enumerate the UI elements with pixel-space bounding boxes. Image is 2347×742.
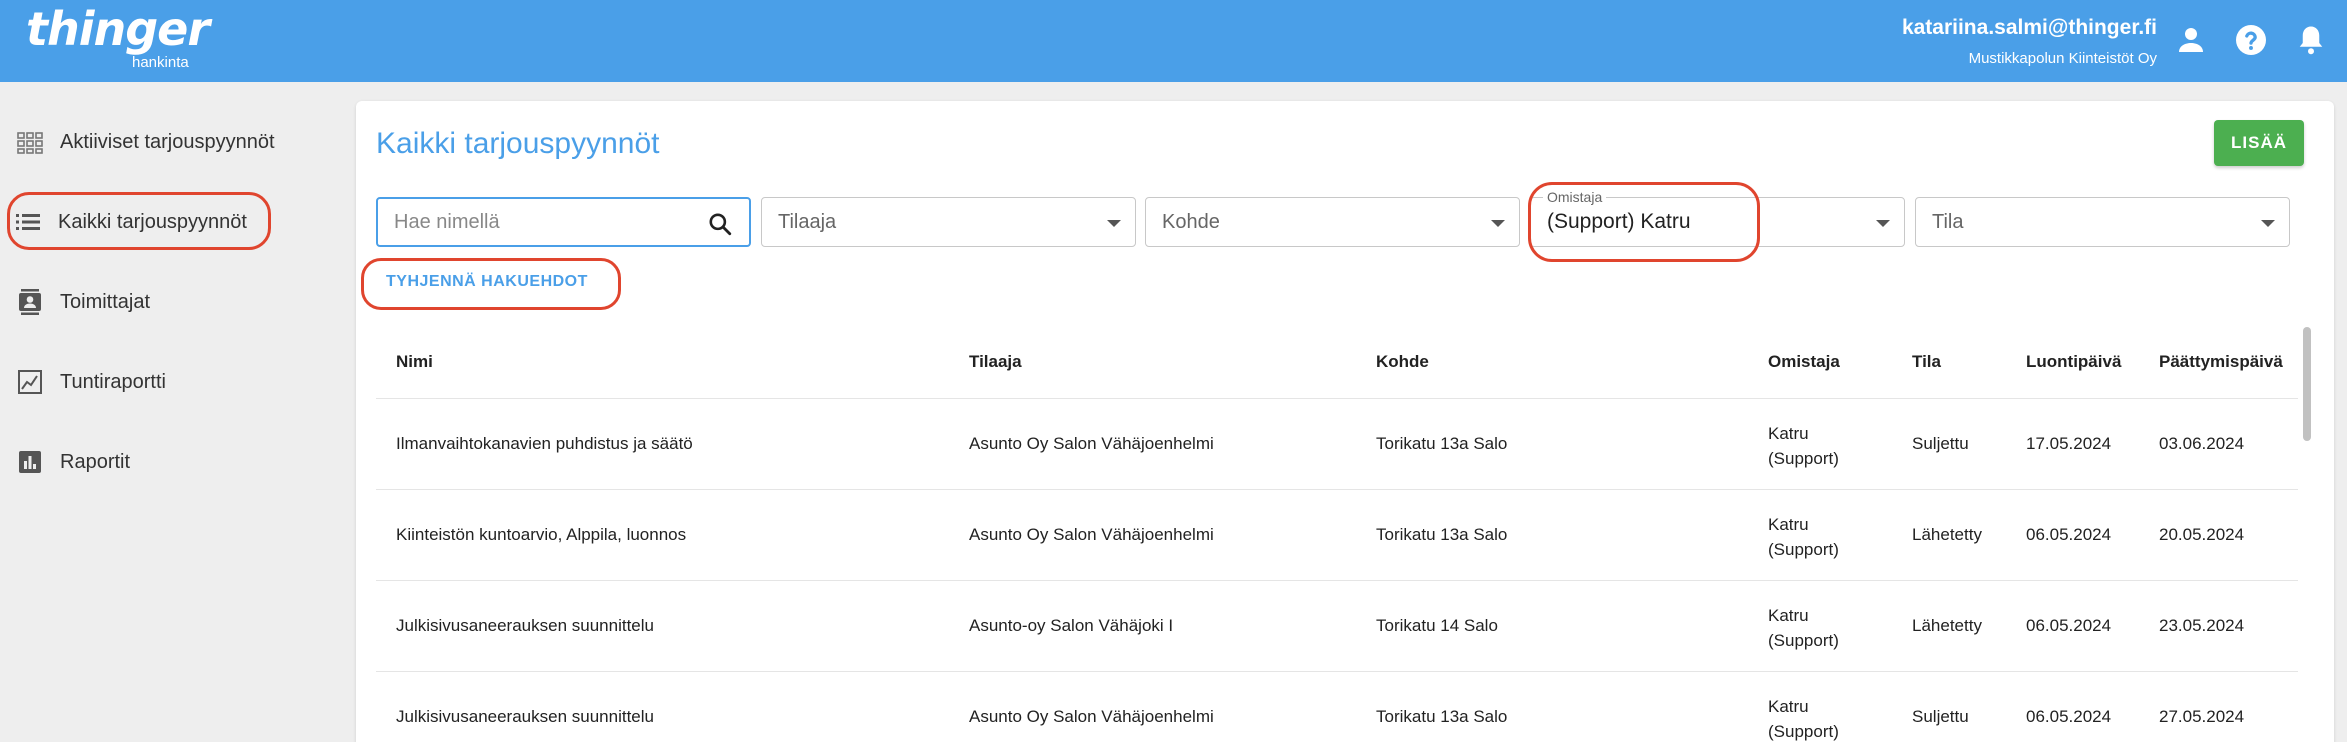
chevron-down-icon — [1876, 220, 1890, 227]
cell-kohde: Torikatu 13a Salo — [1376, 525, 1508, 544]
cell-tila: Suljettu — [1912, 707, 1969, 726]
cell-kohde: Torikatu 13a Salo — [1376, 434, 1508, 453]
add-button[interactable]: LISÄÄ — [2214, 120, 2304, 166]
search-input[interactable] — [394, 211, 674, 234]
requests-table: Nimi Tilaaja Kohde Omistaja Tila Luontip… — [376, 319, 2298, 742]
omistaja-line: Katru — [1768, 697, 1809, 716]
cell-omistaja: Katru (Support) — [1768, 694, 1839, 742]
column-header[interactable]: Luontipäivä — [2026, 352, 2121, 372]
sidebar-item-label: Kaikki tarjouspyynnöt — [58, 210, 247, 233]
help-icon[interactable] — [2233, 22, 2269, 58]
omistaja-line: Katru — [1768, 424, 1809, 443]
cell-omistaja: Katru (Support) — [1768, 512, 1839, 562]
logo-subtitle: hankinta — [132, 54, 189, 71]
cell-paattymispaiva: 23.05.2024 — [2159, 616, 2245, 635]
cell-kohde: Torikatu 13a Salo — [1376, 707, 1508, 726]
table-row[interactable]: Julkisivusaneerauksen suunnittelu Asunto… — [376, 672, 2298, 742]
column-header[interactable]: Tilaaja — [969, 352, 1022, 372]
cell-paattymispaiva: 27.05.2024 — [2159, 707, 2245, 726]
tila-placeholder: Tila — [1932, 211, 1964, 233]
sidebar-item-label: Aktiiviset tarjouspyynnöt — [60, 130, 275, 153]
omistaja-select[interactable]: Omistaja (Support) Katru — [1530, 189, 1905, 247]
cell-omistaja: Katru (Support) — [1768, 603, 1839, 653]
omistaja-label: Omistaja — [1543, 189, 1607, 205]
sidebar-item-tuntiraportti[interactable]: Tuntiraportti — [0, 352, 355, 412]
cell-tilaaja: Asunto Oy Salon Vähäjoenhelmi — [969, 707, 1214, 726]
cell-paattymispaiva: 03.06.2024 — [2159, 434, 2245, 453]
cell-tila: Suljettu — [1912, 434, 1969, 453]
tila-select[interactable]: Tila — [1915, 197, 2290, 247]
omistaja-line: (Support) — [1768, 631, 1839, 650]
cell-nimi: Julkisivusaneerauksen suunnittelu — [396, 707, 654, 726]
table-header: Nimi Tilaaja Kohde Omistaja Tila Luontip… — [376, 319, 2298, 399]
contacts-icon — [19, 289, 41, 315]
cell-luontipaiva: 06.05.2024 — [2026, 616, 2112, 635]
omistaja-line: Katru — [1768, 606, 1809, 625]
omistaja-value: (Support) Katru — [1547, 210, 1691, 233]
cell-omistaja: Katru (Support) — [1768, 421, 1839, 471]
column-header[interactable]: Päättymispäivä — [2159, 352, 2283, 372]
cell-paattymispaiva: 20.05.2024 — [2159, 525, 2245, 544]
sidebar-item-label: Tuntiraportti — [60, 370, 166, 393]
omistaja-line: (Support) — [1768, 540, 1839, 559]
kohde-select[interactable]: Kohde — [1145, 197, 1520, 247]
cell-tilaaja: Asunto-oy Salon Vähäjoki I — [969, 616, 1174, 635]
clear-filters-button[interactable]: TYHJENNÄ HAKUEHDOT — [386, 273, 588, 291]
column-header[interactable]: Tila — [1912, 352, 1941, 372]
search-icon[interactable] — [707, 211, 733, 237]
bell-icon[interactable] — [2293, 22, 2329, 58]
sidebar-item-aktiiviset[interactable]: Aktiiviset tarjouspyynnöt — [0, 112, 355, 172]
table-row[interactable]: Julkisivusaneerauksen suunnittelu Asunto… — [376, 581, 2298, 672]
search-field[interactable] — [376, 197, 751, 247]
user-info: katariina.salmi@thinger.fi Mustikkapolun… — [1902, 16, 2157, 67]
cell-nimi: Kiinteistön kuntoarvio, Alppila, luonnos — [396, 525, 687, 544]
main-card: Kaikki tarjouspyynnöt LISÄÄ Tilaaja Kohd… — [356, 101, 2334, 742]
list-icon — [16, 214, 40, 230]
page-title: Kaikki tarjouspyynnöt — [376, 127, 660, 160]
sidebar-item-raportit[interactable]: Raportit — [0, 432, 355, 492]
column-header[interactable]: Nimi — [396, 352, 433, 372]
cell-tilaaja: Asunto Oy Salon Vähäjoenhelmi — [969, 525, 1214, 544]
omistaja-line: Katru — [1768, 515, 1809, 534]
grid-icon — [17, 132, 43, 154]
chevron-down-icon — [1107, 220, 1121, 227]
account-icon[interactable] — [2173, 22, 2209, 58]
chevron-down-icon — [1491, 220, 1505, 227]
sidebar: Aktiiviset tarjouspyynnöt Kaikki tarjous… — [0, 82, 355, 742]
logo-text: thinger — [26, 2, 210, 56]
user-email: katariina.salmi@thinger.fi — [1901, 16, 2157, 39]
cell-tila: Lähetetty — [1912, 616, 1982, 635]
sidebar-item-label: Raportit — [60, 450, 131, 473]
logo[interactable]: thinger hankinta — [26, 2, 210, 71]
table-scrollbar[interactable] — [2303, 327, 2311, 441]
chart-icon — [18, 370, 42, 394]
cell-tila: Lähetetty — [1912, 525, 1982, 544]
tilaaja-placeholder: Tilaaja — [778, 211, 837, 233]
omistaja-line: (Support) — [1768, 449, 1839, 468]
column-header[interactable]: Omistaja — [1768, 352, 1840, 372]
cell-kohde: Torikatu 14 Salo — [1376, 616, 1498, 635]
cell-luontipaiva: 06.05.2024 — [2026, 525, 2112, 544]
omistaja-line: (Support) — [1768, 722, 1839, 741]
column-header[interactable]: Kohde — [1376, 352, 1429, 372]
kohde-placeholder: Kohde — [1162, 211, 1220, 233]
cell-nimi: Julkisivusaneerauksen suunnittelu — [396, 616, 654, 635]
cell-luontipaiva: 17.05.2024 — [2026, 434, 2112, 453]
bar-chart-icon — [19, 451, 41, 473]
sidebar-item-kaikki[interactable]: Kaikki tarjouspyynnöt — [0, 192, 355, 252]
cell-nimi: Ilmanvaihtokanavien puhdistus ja säätö — [396, 434, 693, 453]
table-row[interactable]: Ilmanvaihtokanavien puhdistus ja säätö A… — [376, 399, 2298, 490]
tilaaja-select[interactable]: Tilaaja — [761, 197, 1136, 247]
cell-luontipaiva: 06.05.2024 — [2026, 707, 2112, 726]
chevron-down-icon — [2261, 220, 2275, 227]
cell-tilaaja: Asunto Oy Salon Vähäjoenhelmi — [969, 434, 1214, 453]
top-bar: thinger hankinta katariina.salmi@thinger… — [0, 0, 2347, 82]
table-row[interactable]: Kiinteistön kuntoarvio, Alppila, luonnos… — [376, 490, 2298, 581]
sidebar-item-label: Toimittajat — [60, 290, 151, 313]
sidebar-item-toimittajat[interactable]: Toimittajat — [0, 272, 355, 332]
user-company: Mustikkapolun Kiinteistöt Oy — [1968, 50, 2157, 67]
